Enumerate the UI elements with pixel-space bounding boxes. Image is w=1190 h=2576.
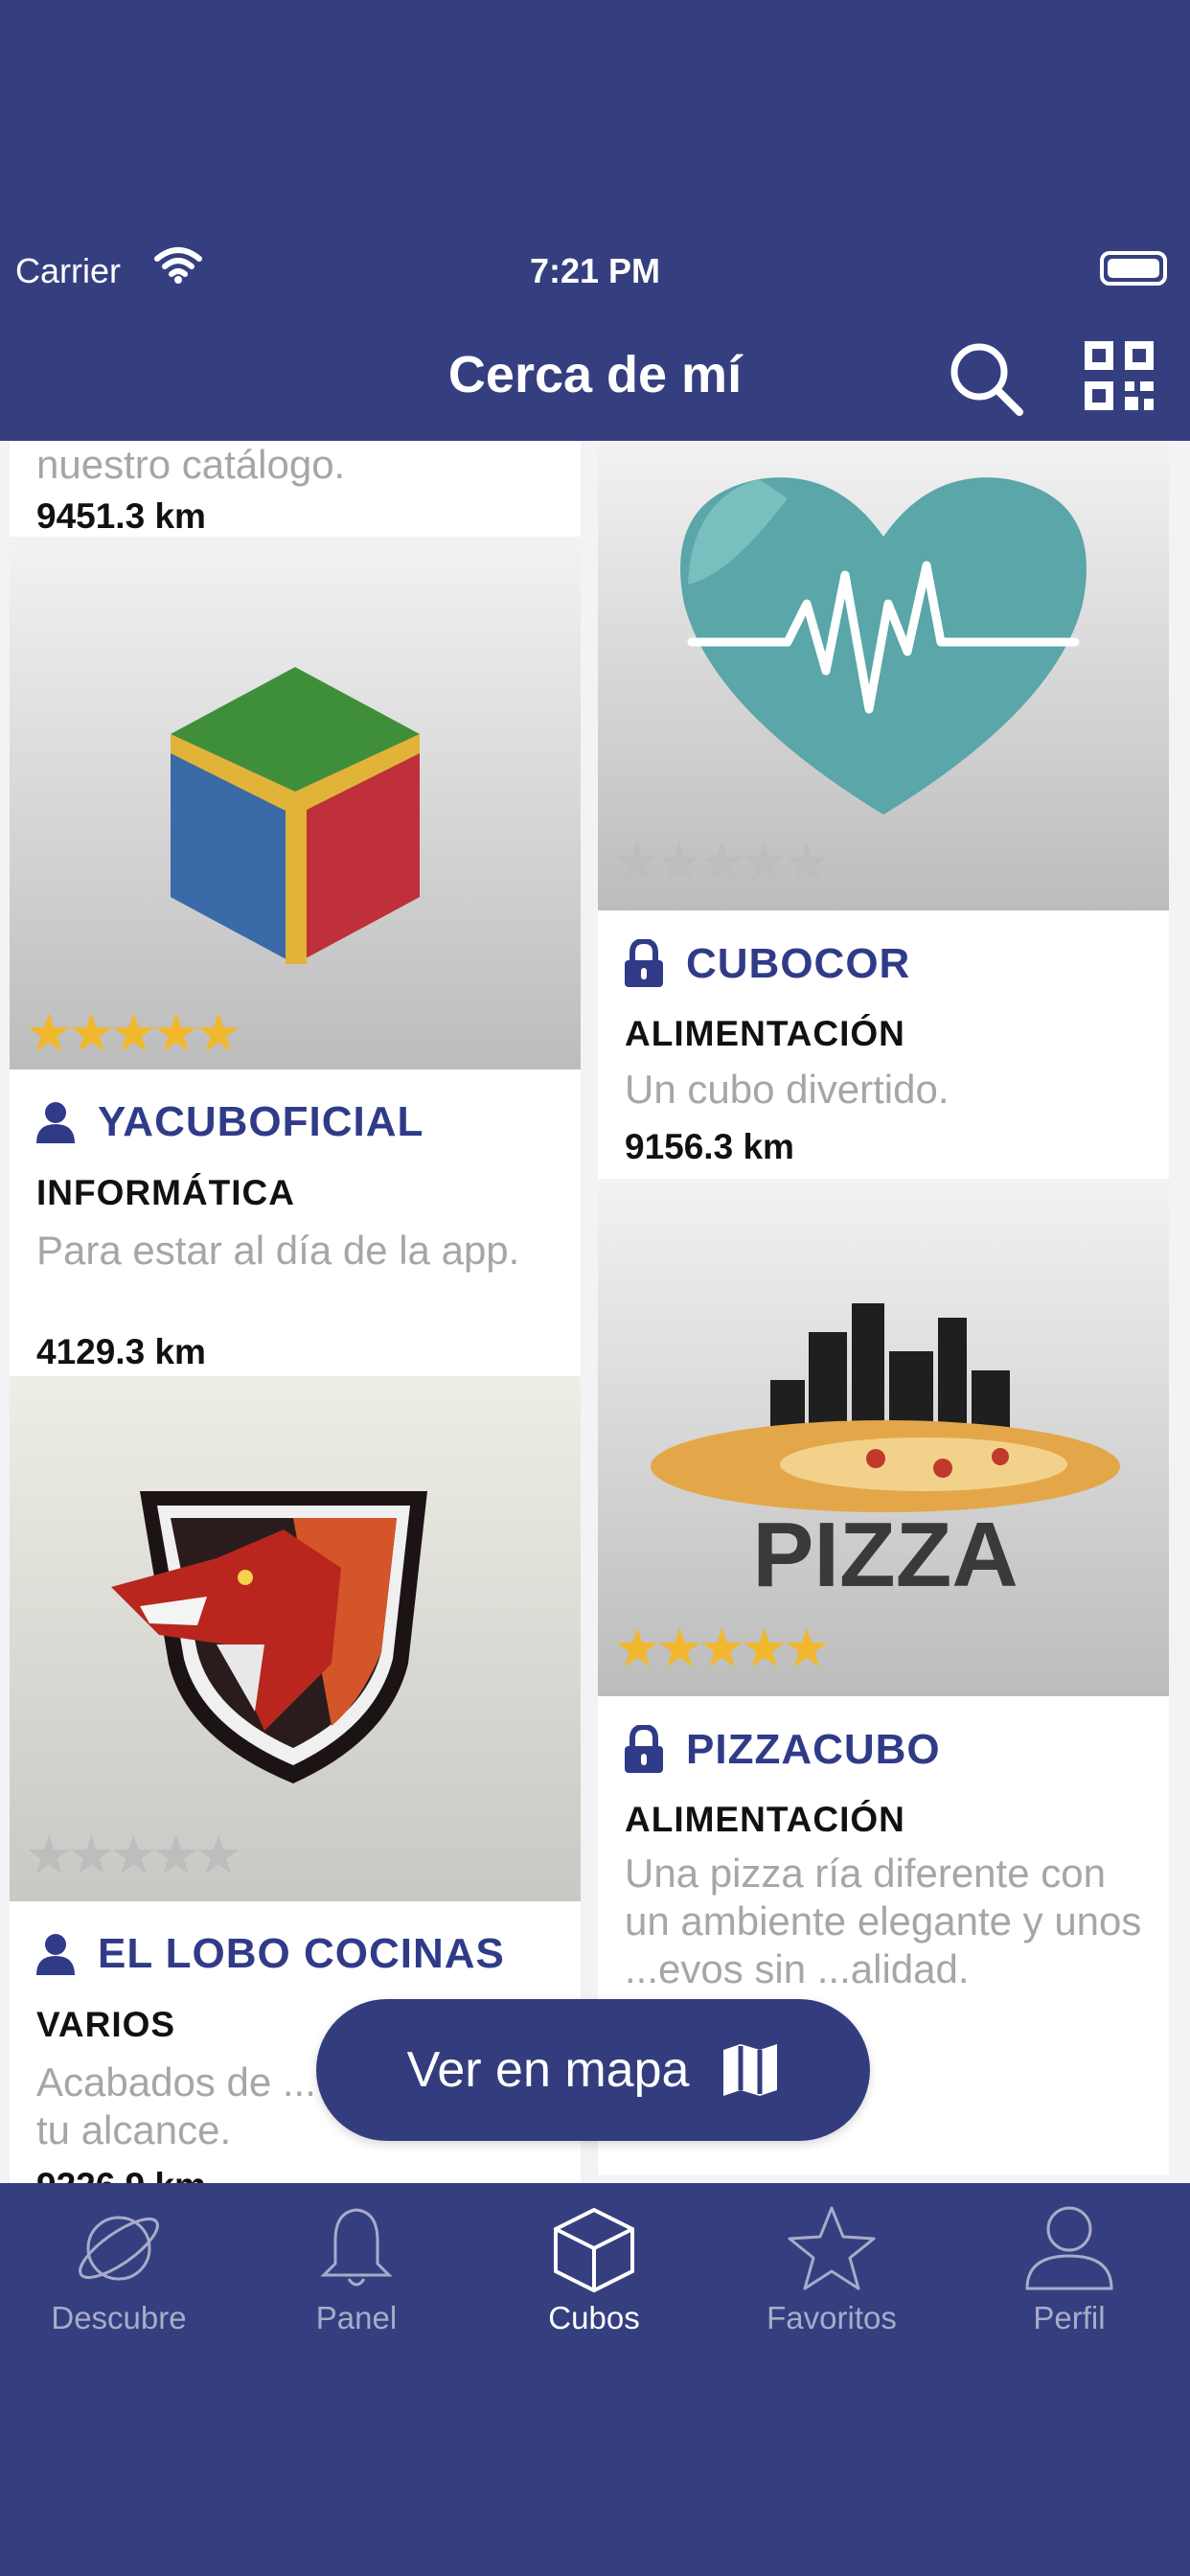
tab-label: Descubre xyxy=(51,2300,187,2335)
card-distance: 4129.3 km xyxy=(36,1332,206,1371)
battery-icon xyxy=(1100,251,1167,286)
card-image: ★★★★★ xyxy=(598,441,1169,910)
view-on-map-button[interactable]: Ver en mapa xyxy=(316,1999,870,2141)
card-cubocor[interactable]: ★★★★★ CUBOCOR ALIMENTACIÓN Un cubo diver… xyxy=(598,441,1169,1179)
tab-bar: Descubre Panel Cubos Favoritos Perfil xyxy=(0,2183,1190,2576)
person-icon xyxy=(1025,2206,1113,2290)
tab-favoritos[interactable]: Favoritos xyxy=(713,2202,950,2336)
card-description: Para estar al día de la app. xyxy=(36,1228,520,1273)
user-icon xyxy=(36,1102,75,1143)
tab-label: Perfil xyxy=(1033,2300,1106,2335)
rating-stars: ★★★★★ xyxy=(613,1618,831,1678)
search-icon[interactable] xyxy=(947,339,1027,420)
card-category: ALIMENTACIÓN xyxy=(625,1800,905,1839)
card-image: ★★★★★ xyxy=(10,1376,581,1901)
yacubo-cube-logo xyxy=(171,667,420,964)
planet-icon xyxy=(79,2216,159,2281)
card-title-row: EL LOBO COCINAS xyxy=(34,1930,505,1978)
card-description: nuestro catálogo. xyxy=(36,442,346,487)
tab-label: Cubos xyxy=(548,2300,640,2335)
bell-icon xyxy=(320,2208,393,2287)
map-button-label: Ver en mapa xyxy=(406,2042,690,2098)
tab-cubos[interactable]: Cubos xyxy=(475,2202,713,2336)
card-description: Un cubo divertido. xyxy=(625,1067,950,1112)
tab-panel[interactable]: Panel xyxy=(238,2202,475,2336)
wolf-shield-logo xyxy=(111,1491,427,1783)
lock-icon xyxy=(625,1725,663,1773)
card-title-row: YACUBOFICIAL xyxy=(34,1098,423,1146)
nav-bar: Cerca de mí xyxy=(0,316,1190,441)
card-distance: 9156.3 km xyxy=(625,1127,794,1166)
card-title: CUBOCOR xyxy=(686,940,911,987)
card-image: ★★★★★ xyxy=(10,542,581,1070)
lock-icon xyxy=(625,939,663,987)
rating-stars: ★★★★★ xyxy=(25,1002,242,1063)
card-yacuboficial[interactable]: ★★★★★ YACUBOFICIAL INFORMÁTICA Para esta… xyxy=(10,542,581,1376)
card-category: ALIMENTACIÓN xyxy=(625,1014,905,1053)
status-bar: Carrier 7:21 PM xyxy=(0,240,1190,307)
card-distance: 9451.3 km xyxy=(36,496,206,536)
card-title: YACUBOFICIAL xyxy=(98,1098,424,1145)
cube-icon xyxy=(554,2207,634,2293)
tab-label: Favoritos xyxy=(767,2300,897,2335)
cubes-grid: nuestro catálogo. 9451.3 km ★★★★★ YACUBO… xyxy=(0,441,1190,2183)
pizza-logo-text: PIZZA xyxy=(752,1504,1018,1606)
map-icon xyxy=(723,2044,778,2096)
card-description: Una pizza ría diferente con un ambiente … xyxy=(625,1851,1142,1991)
card-distance: 9226.9 km xyxy=(36,2166,206,2183)
card-title-row: CUBOCOR xyxy=(623,939,910,989)
user-icon xyxy=(36,1934,75,1975)
qr-code-icon[interactable] xyxy=(1083,339,1156,412)
card-partial[interactable]: nuestro catálogo. 9451.3 km xyxy=(10,441,581,537)
tab-descubre[interactable]: Descubre xyxy=(0,2202,238,2336)
card-title: EL LOBO COCINAS xyxy=(98,1930,505,1977)
card-image: PIZZA ★★★★★ xyxy=(598,1179,1169,1696)
status-time: 7:21 PM xyxy=(529,251,661,290)
star-icon xyxy=(788,2206,876,2290)
card-title: PIZZACUBO xyxy=(686,1726,941,1773)
card-category: INFORMÁTICA xyxy=(36,1173,295,1212)
rating-stars: ★★★★★ xyxy=(25,1825,242,1885)
rating-stars: ★★★★★ xyxy=(613,832,831,892)
pizza-logo: PIZZA xyxy=(651,1303,1120,1606)
card-title-row: PIZZACUBO xyxy=(623,1725,941,1775)
tab-label: Panel xyxy=(315,2300,398,2335)
card-category: VARIOS xyxy=(36,2005,176,2044)
tab-perfil[interactable]: Perfil xyxy=(950,2202,1188,2336)
heart-pulse-logo xyxy=(680,477,1087,815)
